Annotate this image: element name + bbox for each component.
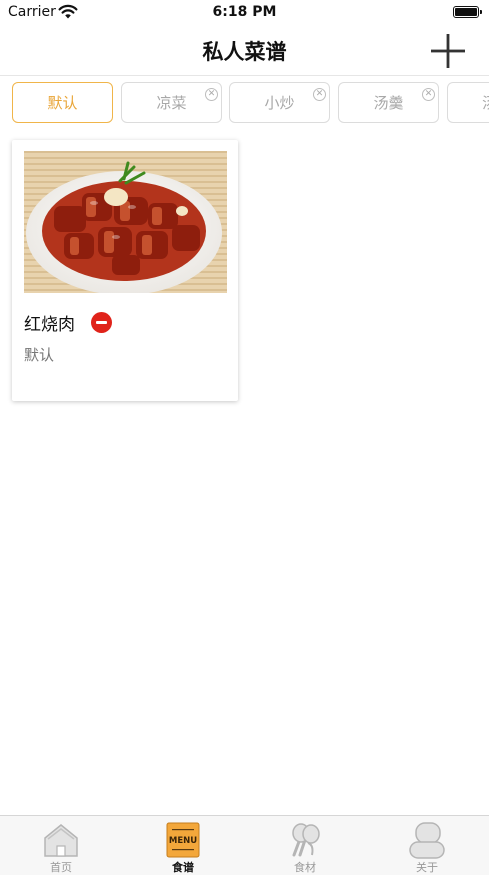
recipe-name: 红烧肉 [24,315,75,335]
category-tab-stir-fry[interactable]: 小炒 ✕ [229,82,330,123]
tab-ingredients[interactable]: 食材 [244,816,366,875]
plus-icon [431,34,465,68]
category-tabs: 默认 凉菜 ✕ 小炒 ✕ 汤羹 ✕ 汤 [0,80,489,126]
delete-recipe-button[interactable] [91,312,112,333]
add-recipe-button[interactable] [429,32,467,70]
category-tab-default[interactable]: 默认 [12,82,113,123]
remove-category-icon[interactable]: ✕ [313,88,326,101]
remove-category-icon[interactable]: ✕ [205,88,218,101]
tab-recipes[interactable]: MENU 食谱 [122,816,244,875]
category-tab-label: 汤 [482,92,489,113]
recipe-photo [24,151,227,293]
navigation-bar: 私人菜谱 [0,26,489,76]
status-bar: Carrier 6:18 PM [0,0,489,26]
recipe-category: 默认 [24,346,55,364]
recipe-card[interactable]: 红烧肉 默认 [12,140,238,401]
home-icon [44,824,78,857]
category-tab-more[interactable]: 汤 [447,82,489,123]
tab-label: 首页 [50,861,72,874]
tab-label: 关于 [416,861,438,874]
remove-category-icon[interactable]: ✕ [422,88,435,101]
page-title: 私人菜谱 [202,40,287,64]
tab-about[interactable]: 关于 [366,816,488,875]
svg-text:MENU: MENU [169,836,197,846]
tab-home[interactable]: 首页 [0,816,122,875]
category-tab-cold-dishes[interactable]: 凉菜 ✕ [121,82,222,123]
vegetable-icon [292,823,320,857]
battery-icon [453,6,482,18]
category-tab-label: 汤羹 [373,94,404,112]
menu-book-icon: MENU [166,822,200,858]
clock-time: 6:18 PM [212,4,277,20]
category-tab-label: 小炒 [264,94,295,112]
tab-label: 食谱 [172,861,194,874]
tab-label: 食材 [294,861,316,874]
category-tab-label: 默认 [47,94,78,112]
category-tab-soup[interactable]: 汤羹 ✕ [338,82,439,123]
bottom-tab-bar: 首页 MENU 食谱 食材 关于 [0,815,489,875]
about-icon [409,822,445,859]
category-tab-label: 凉菜 [156,94,187,112]
